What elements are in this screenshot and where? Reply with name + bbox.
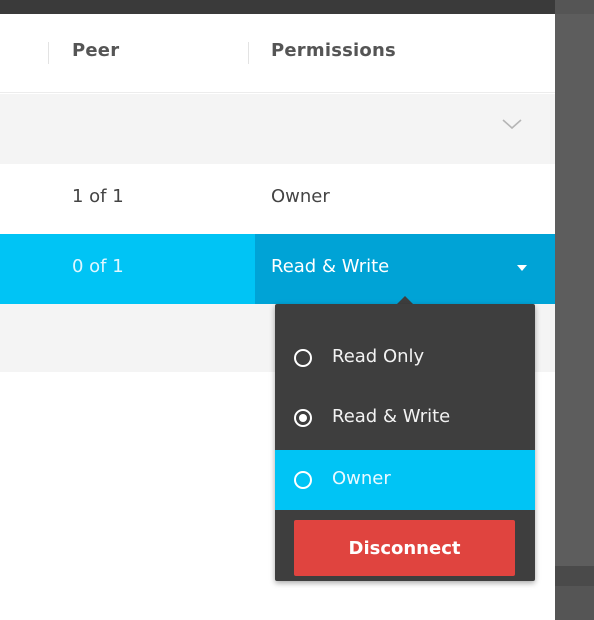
column-divider [48, 42, 49, 64]
table-header: Peer Permissions [0, 14, 555, 93]
peer-count: 0 of 1 [72, 256, 124, 277]
radio-checked-icon[interactable] [294, 409, 312, 427]
option-label: Owner [332, 468, 391, 489]
peer-column-header[interactable]: Peer [72, 40, 119, 61]
disconnect-button[interactable]: Disconnect [294, 520, 515, 576]
background-overlay [555, 0, 594, 620]
permission-select-value: Read & Write [271, 256, 390, 277]
caret-down-icon[interactable] [517, 265, 527, 271]
option-label: Read Only [332, 346, 425, 367]
option-read-write[interactable]: Read & Write [275, 388, 535, 448]
table-row[interactable]: 1 of 1 Owner [0, 164, 555, 234]
option-owner[interactable]: Owner [275, 450, 535, 510]
table-row-selected[interactable]: 0 of 1 Read & Write [0, 234, 555, 304]
option-label: Read & Write [332, 406, 451, 427]
window-top-bar [0, 0, 555, 14]
radio-dot [299, 414, 307, 422]
overlay-strip [555, 566, 594, 586]
permission-dropdown: Read Only Read & Write Owner Disconnect [275, 304, 535, 581]
group-row[interactable] [0, 94, 555, 164]
permissions-column-header[interactable]: Permissions [271, 40, 396, 61]
permission-select[interactable]: Read & Write [255, 234, 555, 304]
overlay-panel [555, 14, 594, 566]
column-divider [248, 42, 249, 64]
radio-icon[interactable] [294, 471, 312, 489]
radio-icon[interactable] [294, 349, 312, 367]
peer-count: 1 of 1 [72, 186, 124, 207]
option-read-only[interactable]: Read Only [275, 328, 535, 388]
chevron-down-icon[interactable] [500, 116, 524, 132]
permission-value: Owner [271, 186, 330, 207]
